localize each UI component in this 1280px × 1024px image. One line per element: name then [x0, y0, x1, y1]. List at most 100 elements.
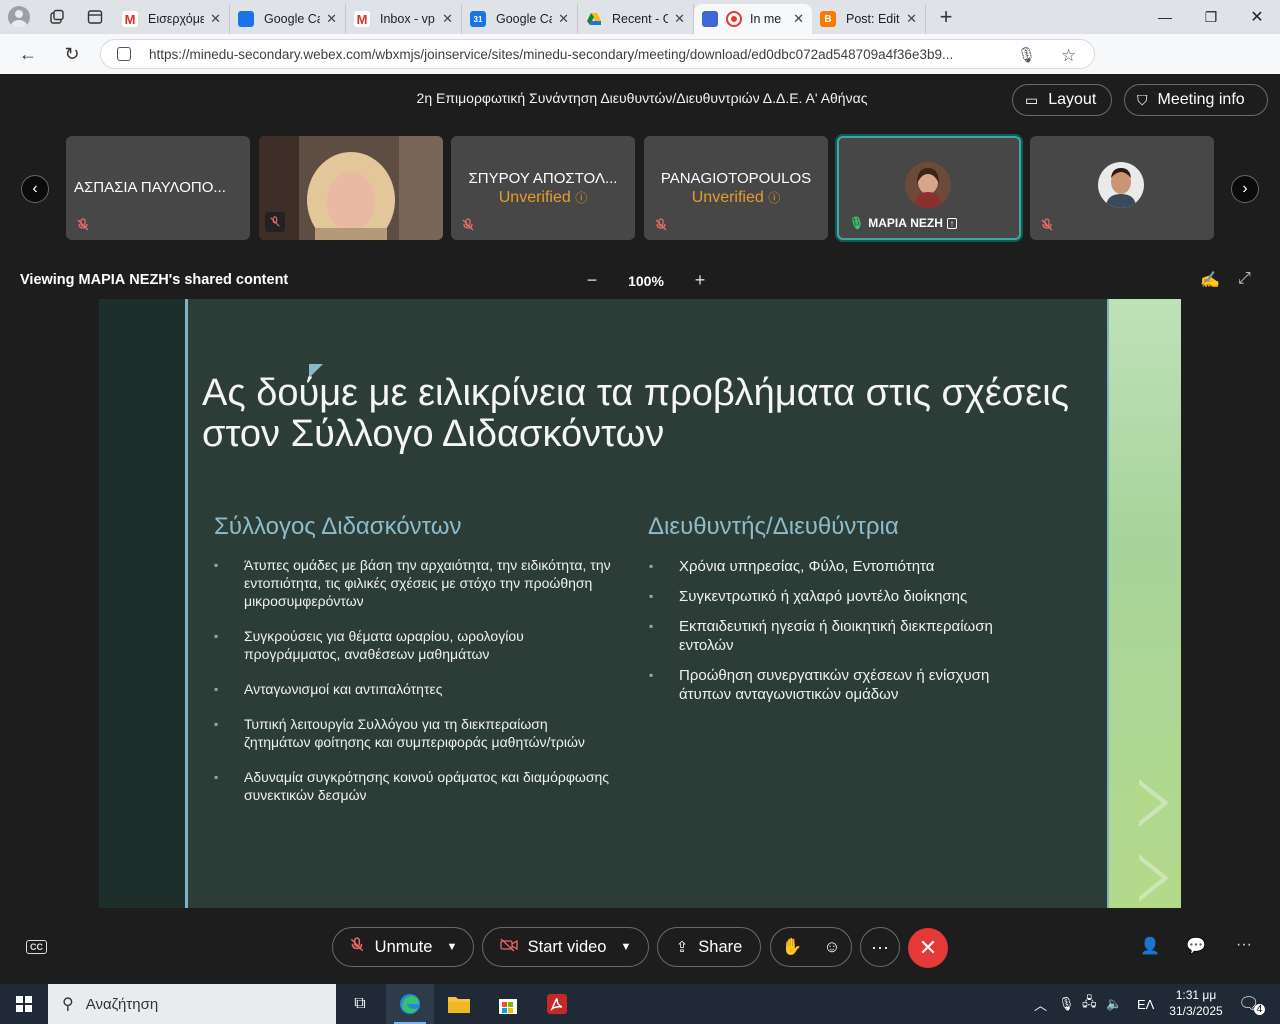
windows-taskbar: ⚲ Αναζήτηση ⧉ ︿ 🎙 🖧 🔈 ΕΛ 1:31 μμ 31/3/20…	[0, 984, 1280, 1024]
participants-panel-button[interactable]: 👤	[1140, 936, 1160, 956]
more-panels-button[interactable]: ···	[1236, 936, 1252, 954]
taskbar-store[interactable]	[484, 984, 532, 1024]
search-icon: ⚲	[62, 996, 74, 1013]
reactions-icon[interactable]: ☺	[823, 938, 840, 957]
slide-accent-line	[185, 299, 188, 908]
close-icon[interactable]: ✕	[793, 11, 804, 27]
share-label: Share	[698, 937, 743, 956]
address-bar[interactable]: https://minedu-secondary.webex.com/wbxmj…	[100, 39, 1095, 69]
closed-captions-button[interactable]: CC	[26, 940, 47, 954]
tab-calendar-1[interactable]: Google Ca ✕	[230, 4, 346, 34]
muted-mic-icon	[654, 218, 668, 232]
volume-icon[interactable]: 🔈	[1106, 984, 1122, 1024]
muted-mic-icon	[349, 937, 365, 957]
participants-icon: 👤	[1140, 938, 1160, 955]
fullscreen-icon[interactable]: ⤢	[1238, 270, 1251, 288]
tab-webex-meeting[interactable]: In me ✕	[694, 4, 812, 34]
task-view-button[interactable]: ⧉	[336, 984, 384, 1024]
chevron-up-icon: ︿	[1034, 997, 1048, 1013]
network-icon[interactable]: 🖧	[1082, 984, 1097, 1024]
close-icon: ✕	[918, 935, 938, 960]
back-button[interactable]: ←	[6, 34, 50, 74]
slide-left-band	[99, 299, 185, 908]
start-button[interactable]	[0, 984, 48, 1024]
taskbar-search[interactable]: ⚲ Αναζήτηση	[48, 984, 336, 1024]
language-label: ΕΛ	[1137, 996, 1155, 1012]
close-icon[interactable]: ✕	[674, 11, 685, 27]
reload-button[interactable]: ↻	[50, 34, 94, 74]
folder-icon	[448, 997, 470, 1013]
unmute-button[interactable]: Unmute ▼	[332, 927, 474, 967]
chevron-decoration	[1136, 854, 1169, 902]
tab-gmail-2[interactable]: M Inbox - vp ✕	[346, 4, 462, 34]
restore-button[interactable]: ❐	[1188, 0, 1234, 34]
video-off-icon	[499, 938, 518, 956]
reload-icon: ↻	[64, 43, 80, 64]
right-column-heading: Διευθυντής/Διευθύντρια	[648, 513, 899, 540]
meeting-info-button[interactable]: ⛉ Meeting info	[1124, 84, 1268, 116]
zoom-in-button[interactable]: +	[688, 270, 712, 291]
taskbar-file-explorer[interactable]	[435, 984, 483, 1024]
favorite-star-icon[interactable]: ☆	[1061, 46, 1076, 66]
minimize-button[interactable]: —	[1142, 0, 1188, 34]
participant-tile[interactable]: ΑΣΠΑΣΙΑ ΠΑΥΛΟΠΟ...	[66, 136, 250, 240]
zoom-out-button[interactable]: −	[580, 270, 604, 291]
shared-slide: Ας δούμε με ειλικρίνεια τα προβλήματα στ…	[99, 299, 1181, 908]
taskbar-edge[interactable]	[386, 984, 434, 1024]
close-icon[interactable]: ✕	[558, 11, 569, 27]
tab-label: In me	[750, 12, 782, 26]
annotate-icon[interactable]: ✍	[1200, 270, 1220, 290]
start-video-label: Start video	[527, 937, 607, 956]
taskbar-clock[interactable]: 1:31 μμ 31/3/2025	[1160, 987, 1232, 1019]
reactions-group: ✋ ☺	[770, 927, 852, 967]
layout-button[interactable]: ▭ Layout	[1012, 84, 1112, 116]
participant-strip: ΑΣΠΑΣΙΑ ΠΑΥΛΟΠΟ... ΣΠΥΡΟΥ ΑΠΟΣΤΟΛ... Unv…	[4, 136, 1276, 242]
participant-tile-active-speaker[interactable]: 🎙 ΜΑΡΙΑ ΝΕΖΗ ↑	[837, 136, 1021, 240]
chat-panel-button[interactable]: 💬	[1186, 936, 1206, 956]
more-options-button[interactable]: ···	[860, 927, 900, 967]
meeting-info-label: Meeting info	[1157, 91, 1245, 108]
tab-label: Recent - G	[612, 12, 669, 26]
tab-calendar-2[interactable]: 31 Google Ca ✕	[462, 4, 578, 34]
chevron-down-icon[interactable]: ▼	[620, 941, 631, 953]
left-column-heading: Σύλλογος Διδασκόντων	[214, 513, 462, 540]
start-video-button[interactable]: Start video ▼	[482, 927, 649, 967]
workspaces-button[interactable]	[38, 0, 76, 34]
unmute-label: Unmute	[374, 937, 433, 956]
leave-meeting-button[interactable]: ✕	[908, 928, 948, 968]
tab-label: Εισερχόμε	[148, 12, 205, 26]
microphone-tray-icon[interactable]: 🎙	[1058, 984, 1075, 1024]
participant-tile[interactable]	[1030, 136, 1214, 240]
tab-gmail-1[interactable]: M Εισερχόμε ✕	[114, 4, 230, 34]
profile-button[interactable]	[0, 0, 38, 34]
layout-icon: ▭	[1025, 91, 1039, 108]
close-icon[interactable]: ✕	[442, 11, 453, 27]
raise-hand-icon[interactable]: ✋	[782, 938, 803, 957]
restore-icon: ❐	[1204, 8, 1218, 25]
new-tab-button[interactable]: +	[926, 0, 966, 34]
close-icon[interactable]: ✕	[906, 11, 917, 27]
gmail-icon: M	[354, 11, 370, 27]
participant-tile[interactable]: PANAGIOTOPOULOS Unverified ⓘ	[644, 136, 828, 240]
tab-blogger[interactable]: B Post: Edit ✕	[812, 4, 926, 34]
taskbar-acrobat[interactable]	[533, 984, 581, 1024]
show-hidden-icons-button[interactable]: ︿	[1034, 984, 1047, 1024]
left-bullet-list: Άτυπες ομάδες με βάση την αρχαιότητα, τη…	[214, 556, 614, 821]
site-info-icon[interactable]	[117, 47, 131, 61]
participant-tile-video[interactable]	[259, 136, 443, 240]
participant-tile[interactable]: ΣΠΥΡΟΥ ΑΠΟΣΤΟΛ... Unverified ⓘ	[451, 136, 635, 240]
notifications-button[interactable]: 🗨 4	[1238, 984, 1266, 1024]
tab-actions-button[interactable]	[76, 0, 114, 34]
url-text[interactable]: https://minedu-secondary.webex.com/wbxmj…	[149, 47, 1009, 62]
bullet-item: Ανταγωνισμοί και αντιπαλότητες	[214, 680, 614, 698]
close-window-button[interactable]: ✕	[1234, 0, 1280, 34]
microphone-icon[interactable]: 🎙	[1017, 46, 1036, 64]
unverified-badge: Unverified ⓘ	[644, 189, 828, 207]
tab-drive[interactable]: Recent - G ✕	[578, 4, 694, 34]
share-button[interactable]: ⇪ Share	[657, 927, 761, 967]
bullet-item: Προώθηση συνεργατικών σχέσεων ή ενίσχυση…	[649, 666, 1009, 704]
close-icon[interactable]: ✕	[326, 11, 337, 27]
chevron-down-icon[interactable]: ▼	[446, 941, 457, 953]
close-icon[interactable]: ✕	[210, 11, 221, 27]
language-indicator[interactable]: ΕΛ	[1137, 984, 1154, 1024]
